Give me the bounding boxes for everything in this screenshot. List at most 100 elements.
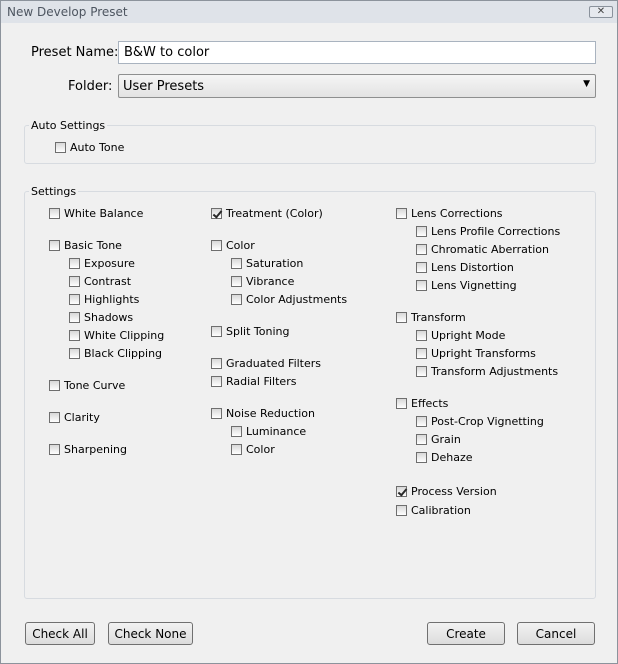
- checkbox-box: [69, 312, 80, 323]
- checkbox-box: [231, 294, 242, 305]
- black-clipping-checkbox[interactable]: Black Clipping: [69, 347, 162, 360]
- checkbox-box: [416, 262, 427, 273]
- post-crop-vignetting-checkbox[interactable]: Post-Crop Vignetting: [416, 415, 544, 428]
- upright-mode-checkbox[interactable]: Upright Mode: [416, 329, 505, 342]
- noise-reduction-label: Noise Reduction: [226, 407, 315, 420]
- check-all-button[interactable]: Check All: [25, 622, 95, 645]
- checkbox-box: [416, 366, 427, 377]
- title-bar: New Develop Preset ✕: [1, 1, 617, 23]
- noise-reduction-checkbox[interactable]: Noise Reduction: [211, 407, 315, 420]
- basic-tone-checkbox[interactable]: Basic Tone: [49, 239, 122, 252]
- transform-adjustments-checkbox[interactable]: Transform Adjustments: [416, 365, 558, 378]
- upright-transforms-checkbox[interactable]: Upright Transforms: [416, 347, 536, 360]
- checkbox-box: [396, 398, 407, 409]
- lens-distortion-checkbox[interactable]: Lens Distortion: [416, 261, 514, 274]
- split-toning-label: Split Toning: [226, 325, 290, 338]
- check-none-button[interactable]: Check None: [108, 622, 193, 645]
- chromatic-aberration-checkbox[interactable]: Chromatic Aberration: [416, 243, 549, 256]
- treatment-checkbox[interactable]: Treatment (Color): [211, 207, 323, 220]
- exposure-label: Exposure: [84, 257, 135, 270]
- checkbox-box: [211, 326, 222, 337]
- calibration-checkbox[interactable]: Calibration: [396, 504, 471, 517]
- color-label: Color: [226, 239, 255, 252]
- sharpening-checkbox[interactable]: Sharpening: [49, 443, 127, 456]
- checkbox-box: [416, 330, 427, 341]
- grain-label: Grain: [431, 433, 461, 446]
- transform-checkbox[interactable]: Transform: [396, 311, 466, 324]
- shadows-checkbox[interactable]: Shadows: [69, 311, 133, 324]
- radial-filters-checkbox[interactable]: Radial Filters: [211, 375, 296, 388]
- checkbox-box: [49, 240, 60, 251]
- tone-curve-label: Tone Curve: [64, 379, 126, 392]
- process-version-label: Process Version: [411, 485, 497, 498]
- effects-label: Effects: [411, 397, 449, 410]
- saturation-label: Saturation: [246, 257, 304, 270]
- exposure-checkbox[interactable]: Exposure: [69, 257, 135, 270]
- white-balance-checkbox[interactable]: White Balance: [49, 207, 143, 220]
- clarity-checkbox[interactable]: Clarity: [49, 411, 100, 424]
- transform-adjustments-label: Transform Adjustments: [431, 365, 559, 378]
- checkbox-box: [416, 434, 427, 445]
- checkbox-box: [211, 358, 222, 369]
- checkbox-box: [69, 330, 80, 341]
- clarity-label: Clarity: [64, 411, 100, 424]
- transform-label: Transform: [411, 311, 466, 324]
- graduated-filters-checkbox[interactable]: Graduated Filters: [211, 357, 321, 370]
- radial-filters-label: Radial Filters: [226, 375, 297, 388]
- graduated-filters-label: Graduated Filters: [226, 357, 322, 370]
- upright-transforms-label: Upright Transforms: [431, 347, 536, 360]
- grain-checkbox[interactable]: Grain: [416, 433, 461, 446]
- treatment-label: Treatment (Color): [226, 207, 323, 220]
- checkbox-box: [416, 226, 427, 237]
- cancel-button[interactable]: Cancel: [517, 622, 595, 645]
- nr-color-checkbox[interactable]: Color: [231, 443, 275, 456]
- lens-vignetting-checkbox[interactable]: Lens Vignetting: [416, 279, 517, 292]
- checkbox-box: [211, 408, 222, 419]
- checkbox-box: [49, 444, 60, 455]
- checkbox-box: [416, 244, 427, 255]
- close-icon: ✕: [596, 6, 606, 17]
- color-adjustments-checkbox[interactable]: Color Adjustments: [231, 293, 347, 306]
- nr-color-label: Color: [246, 443, 275, 456]
- shadows-label: Shadows: [84, 311, 134, 324]
- checkbox-box: [69, 294, 80, 305]
- vibrance-checkbox[interactable]: Vibrance: [231, 275, 294, 288]
- color-adjustments-label: Color Adjustments: [246, 293, 348, 306]
- checkbox-box: [69, 348, 80, 359]
- auto-tone-checkbox[interactable]: Auto Tone: [55, 141, 124, 154]
- checkbox-box: [49, 208, 60, 219]
- checkbox-box: [69, 258, 80, 269]
- basic-tone-label: Basic Tone: [64, 239, 122, 252]
- vibrance-label: Vibrance: [246, 275, 295, 288]
- folder-label: Folder:: [68, 79, 113, 94]
- folder-select[interactable]: User Presets ▼: [118, 74, 596, 98]
- checkbox-box: [231, 444, 242, 455]
- checkbox-box: [416, 280, 427, 291]
- checkbox-box: [416, 416, 427, 427]
- auto-settings-legend: Auto Settings: [29, 119, 108, 132]
- upright-mode-label: Upright Mode: [431, 329, 506, 342]
- effects-checkbox[interactable]: Effects: [396, 397, 448, 410]
- contrast-label: Contrast: [84, 275, 132, 288]
- dropdown-arrow-icon: ▼: [583, 79, 590, 89]
- preset-name-input[interactable]: [118, 41, 596, 64]
- lens-corrections-checkbox[interactable]: Lens Corrections: [396, 207, 503, 220]
- process-version-checkbox[interactable]: Process Version: [396, 485, 497, 498]
- lens-distortion-label: Lens Distortion: [431, 261, 514, 274]
- dehaze-checkbox[interactable]: Dehaze: [416, 451, 473, 464]
- saturation-checkbox[interactable]: Saturation: [231, 257, 303, 270]
- folder-select-value: User Presets: [123, 79, 205, 94]
- create-button[interactable]: Create: [427, 622, 505, 645]
- contrast-checkbox[interactable]: Contrast: [69, 275, 131, 288]
- color-checkbox[interactable]: Color: [211, 239, 255, 252]
- tone-curve-checkbox[interactable]: Tone Curve: [49, 379, 125, 392]
- lens-profile-corrections-checkbox[interactable]: Lens Profile Corrections: [416, 225, 560, 238]
- luminance-checkbox[interactable]: Luminance: [231, 425, 306, 438]
- highlights-checkbox[interactable]: Highlights: [69, 293, 139, 306]
- lens-corrections-label: Lens Corrections: [411, 207, 503, 220]
- checkbox-box: [231, 258, 242, 269]
- close-button[interactable]: ✕: [589, 6, 613, 18]
- white-clipping-checkbox[interactable]: White Clipping: [69, 329, 164, 342]
- window-title: New Develop Preset: [7, 5, 128, 19]
- split-toning-checkbox[interactable]: Split Toning: [211, 325, 289, 338]
